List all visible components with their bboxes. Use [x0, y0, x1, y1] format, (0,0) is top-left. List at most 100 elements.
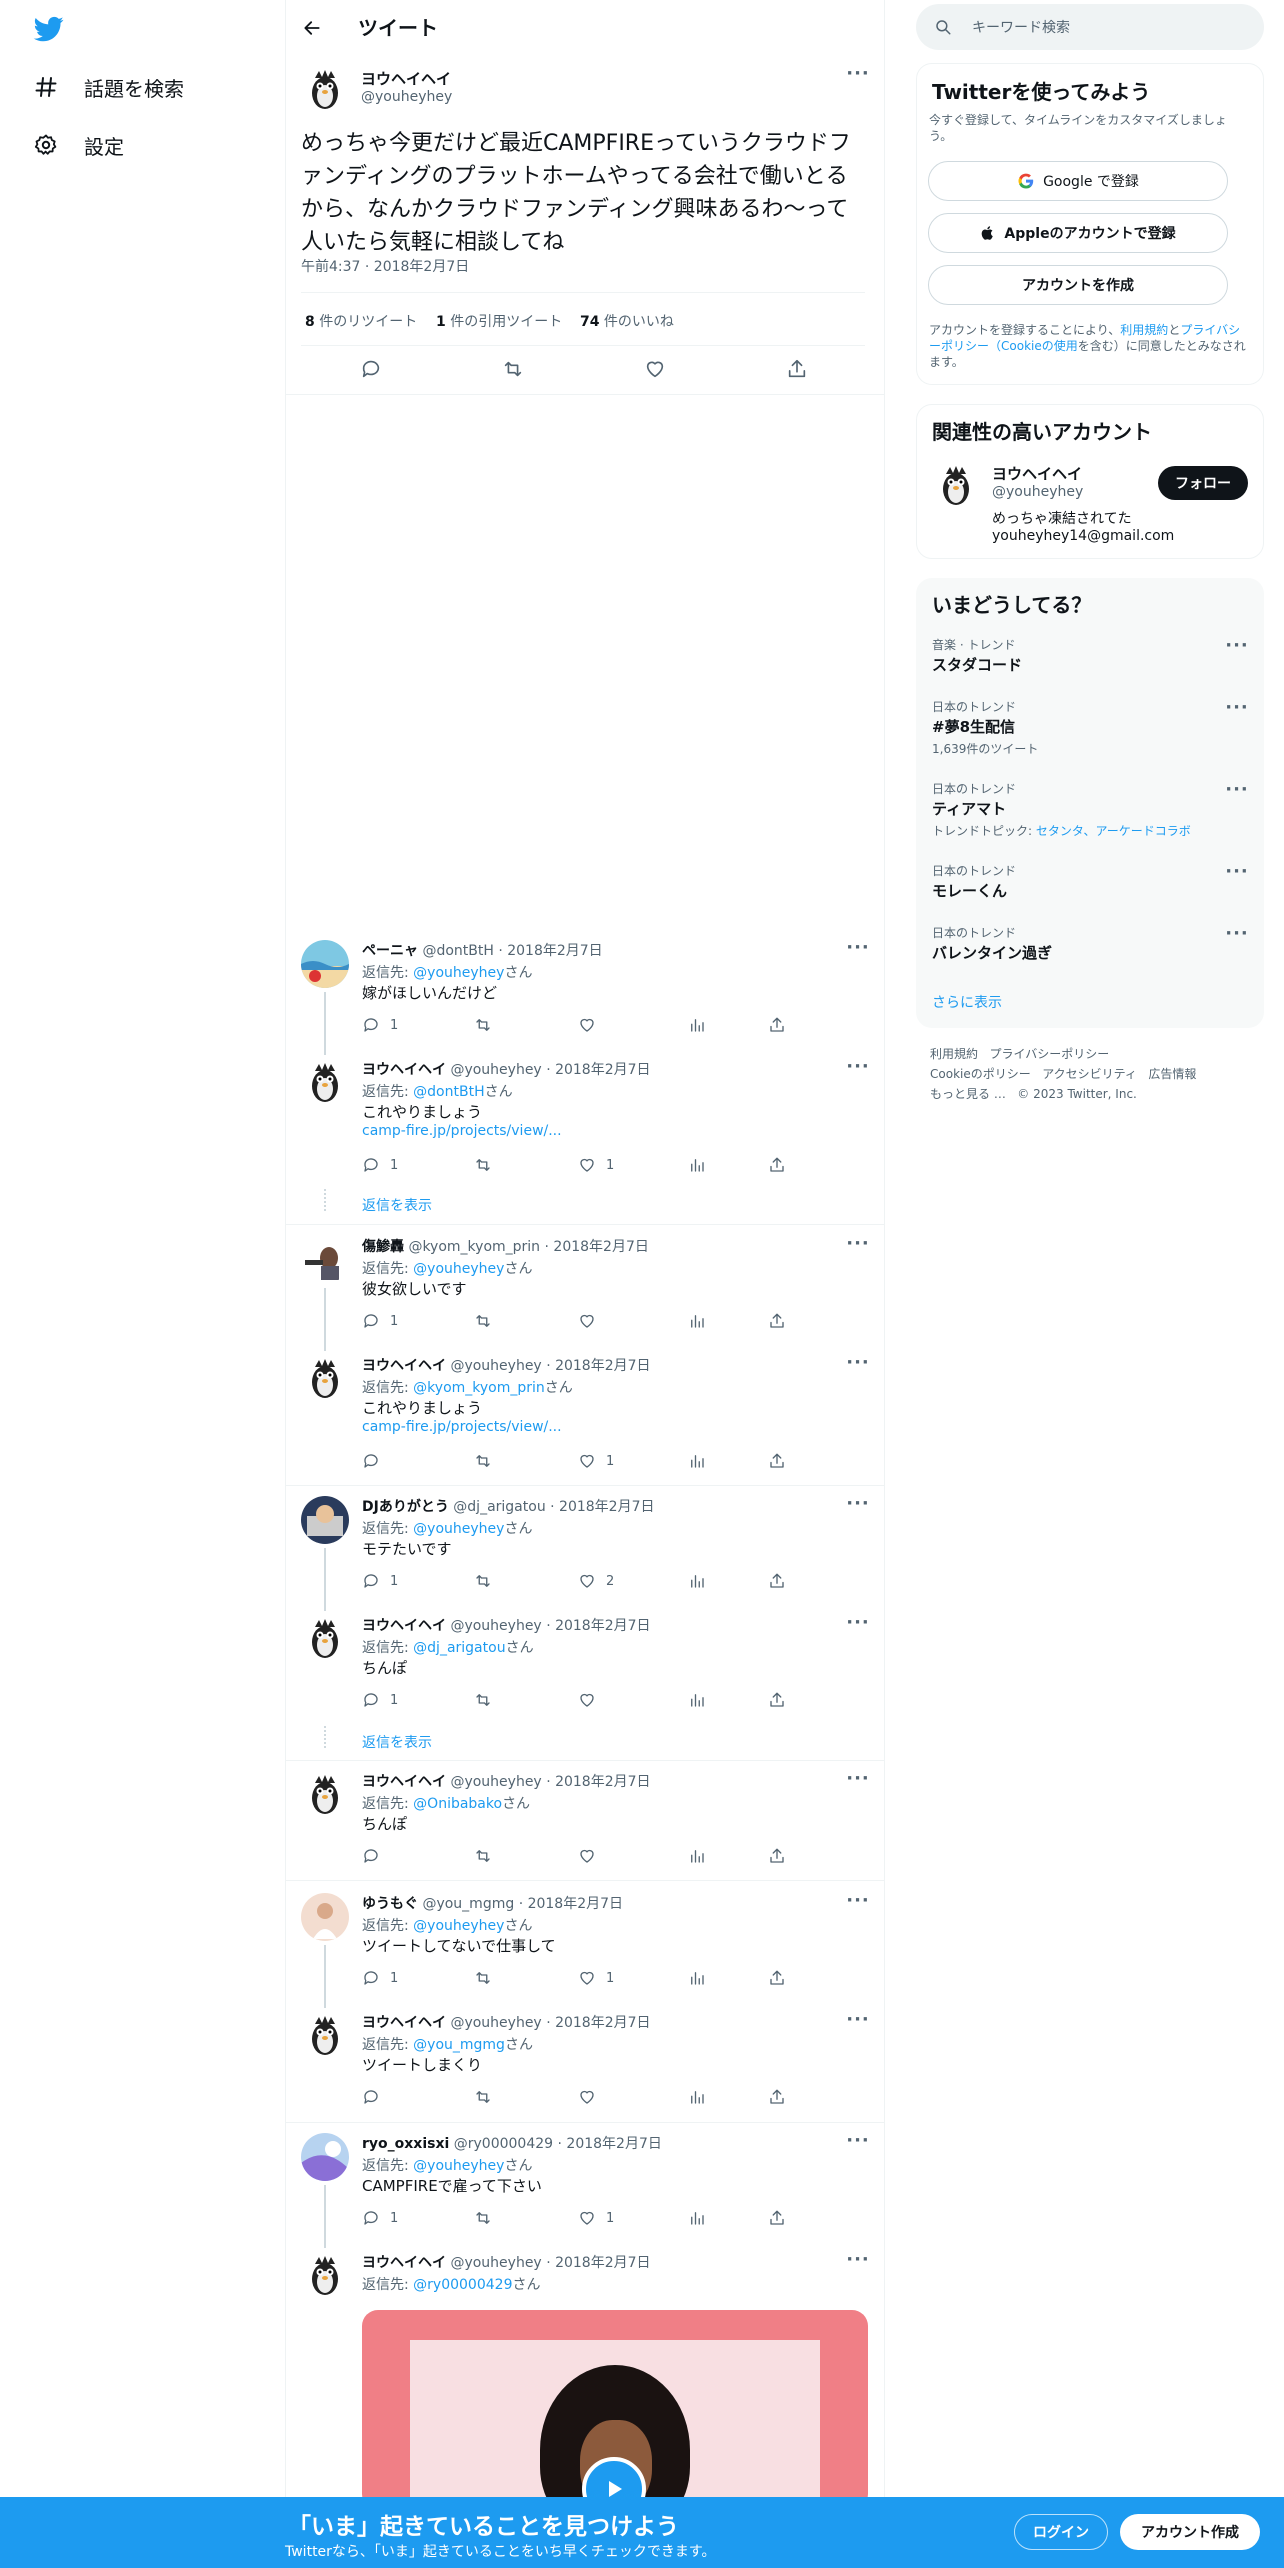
avatar[interactable] [301, 940, 349, 988]
reply-action[interactable] [362, 1452, 390, 1470]
retweets-stat[interactable]: 8 件のリツイート [305, 311, 417, 331]
nav-settings[interactable]: 設定 [34, 125, 124, 165]
author-handle[interactable]: @youheyhey [361, 89, 452, 105]
reply-author-name[interactable]: ヨウヘイヘイ [362, 2015, 446, 2031]
reply-author-name[interactable]: 傷鯵轟 [362, 1239, 404, 1255]
avatar[interactable] [301, 1496, 349, 1544]
reply-date[interactable]: · 2018年2月7日 [546, 1062, 650, 1078]
reply-date[interactable]: · 2018年2月7日 [550, 1499, 654, 1515]
likes-stat[interactable]: 74 件のいいね [580, 311, 674, 331]
reply-to-link[interactable]: @youheyhey [413, 1521, 504, 1537]
reply-author-name[interactable]: ryo_oxxisxi [362, 2136, 449, 2152]
twitter-logo-icon[interactable] [32, 14, 66, 44]
nav-explore[interactable]: 話題を検索 [34, 67, 184, 107]
reply-author-handle[interactable]: @you_mgmg [422, 1896, 514, 1912]
more-options-icon[interactable]: ··· [843, 1354, 873, 1377]
avatar[interactable] [301, 2012, 349, 2060]
retweet-action[interactable] [474, 1691, 502, 1709]
avatar[interactable] [932, 462, 980, 510]
retweet-action[interactable] [474, 1847, 502, 1865]
reply-link[interactable]: camp-fire.jp/projects/view/... [362, 1123, 562, 1139]
retweet-action[interactable] [474, 1156, 502, 1174]
footer-more[interactable]: もっと見る … [930, 1087, 1006, 1101]
reply-action[interactable]: 1 [362, 1572, 398, 1590]
share-action[interactable] [768, 1691, 786, 1709]
retweet-action[interactable] [474, 2209, 502, 2227]
reply-to-link[interactable]: @youheyhey [413, 1918, 504, 1934]
reply-author-name[interactable]: ヨウヘイヘイ [362, 1774, 446, 1790]
show-more-link[interactable]: さらに表示 [932, 992, 1002, 1012]
share-action[interactable] [768, 1572, 786, 1590]
reply-date[interactable]: · 2018年2月7日 [546, 2255, 650, 2271]
more-options-icon[interactable]: ··· [843, 1892, 873, 1915]
like-action[interactable]: 1 [578, 1969, 614, 1987]
reply-to-link[interactable]: @dj_arigatou [413, 1640, 505, 1656]
more-options-icon[interactable]: ··· [843, 65, 873, 88]
avatar[interactable] [301, 66, 349, 114]
signup-button[interactable]: アカウント作成 [1120, 2514, 1260, 2550]
apple-signup-button[interactable]: Appleのアカウントで登録 [928, 213, 1228, 253]
relevant-handle[interactable]: @youheyhey [992, 484, 1083, 500]
footer-accessibility[interactable]: アクセシビリティ [1042, 1067, 1137, 1081]
like-action[interactable]: 1 [578, 2209, 614, 2227]
share-action[interactable] [768, 1452, 786, 1470]
reply-to-link[interactable]: @you_mgmg [413, 2037, 505, 2053]
quotes-stat[interactable]: 1 件の引用ツイート [436, 311, 562, 331]
reply-author-name[interactable]: ヨウヘイヘイ [362, 1358, 446, 1374]
reply-author-handle[interactable]: @youheyhey [450, 1358, 541, 1374]
avatar[interactable] [301, 1236, 349, 1284]
trend-name[interactable]: バレンタイン過ぎ [932, 942, 1052, 963]
reply-to-link[interactable]: @youheyhey [413, 1261, 504, 1277]
analytics-action[interactable] [688, 1847, 706, 1865]
analytics-action[interactable] [688, 1691, 706, 1709]
reply-author-handle[interactable]: @youheyhey [450, 1618, 541, 1634]
more-options-icon[interactable]: ··· [1222, 699, 1252, 722]
reply-date[interactable]: · 2018年2月7日 [546, 1618, 650, 1634]
footer-privacy[interactable]: プライバシーポリシー [989, 1047, 1109, 1061]
reply-author-name[interactable]: ヨウヘイヘイ [362, 1618, 446, 1634]
reply-to-link[interactable]: @Onibabako [413, 1796, 502, 1812]
reply-date[interactable]: · 2018年2月7日 [558, 2136, 662, 2152]
share-action[interactable] [768, 2209, 786, 2227]
like-action[interactable] [578, 1016, 606, 1034]
retweet-action[interactable] [474, 1312, 502, 1330]
like-action[interactable]: 1 [578, 1452, 614, 1470]
retweet-action[interactable] [474, 1016, 502, 1034]
reply-author-handle[interactable]: @kyom_kyom_prin [408, 1239, 540, 1255]
follow-button[interactable]: フォロー [1158, 466, 1248, 500]
reply-to-link[interactable]: @youheyhey [413, 2158, 504, 2174]
like-action[interactable]: 1 [578, 1156, 614, 1174]
share-action[interactable] [768, 1847, 786, 1865]
more-options-icon[interactable]: ··· [843, 1614, 873, 1637]
like-action[interactable]: 2 [578, 1572, 614, 1590]
like-action[interactable] [578, 1312, 606, 1330]
reply-action[interactable]: 1 [362, 1016, 398, 1034]
show-replies-link[interactable]: 返信を表示 [362, 1732, 432, 1752]
retweet-action[interactable] [474, 2088, 502, 2106]
more-options-icon[interactable]: ··· [1222, 637, 1252, 660]
reply-date[interactable]: · 2018年2月7日 [546, 1774, 650, 1790]
like-action[interactable] [578, 1691, 606, 1709]
reply-author-handle[interactable]: @dj_arigatou [453, 1499, 545, 1515]
reply-date[interactable]: · 2018年2月7日 [546, 1358, 650, 1374]
terms-link[interactable]: 利用規約 [1120, 323, 1168, 337]
like-action[interactable] [578, 1847, 606, 1865]
reply-author-name[interactable]: ペーニャ [362, 943, 418, 959]
share-icon[interactable] [786, 358, 810, 382]
reply-to-link[interactable]: @dontBtH [413, 1084, 484, 1100]
analytics-action[interactable] [688, 1312, 706, 1330]
login-button[interactable]: ログイン [1014, 2514, 1108, 2550]
avatar[interactable] [301, 1771, 349, 1819]
more-options-icon[interactable]: ··· [1222, 925, 1252, 948]
analytics-action[interactable] [688, 1969, 706, 1987]
avatar[interactable] [301, 1059, 349, 1107]
author-name[interactable]: ヨウヘイヘイ [361, 68, 451, 89]
video-thumbnail[interactable] [362, 2310, 868, 2510]
more-options-icon[interactable]: ··· [1222, 863, 1252, 886]
analytics-action[interactable] [688, 1572, 706, 1590]
reply-date[interactable]: · 2018年2月7日 [545, 1239, 649, 1255]
analytics-action[interactable] [688, 2088, 706, 2106]
footer-cookie[interactable]: Cookieのポリシー [930, 1067, 1031, 1081]
more-options-icon[interactable]: ··· [843, 1770, 873, 1793]
reply-author-handle[interactable]: @youheyhey [450, 2015, 541, 2031]
